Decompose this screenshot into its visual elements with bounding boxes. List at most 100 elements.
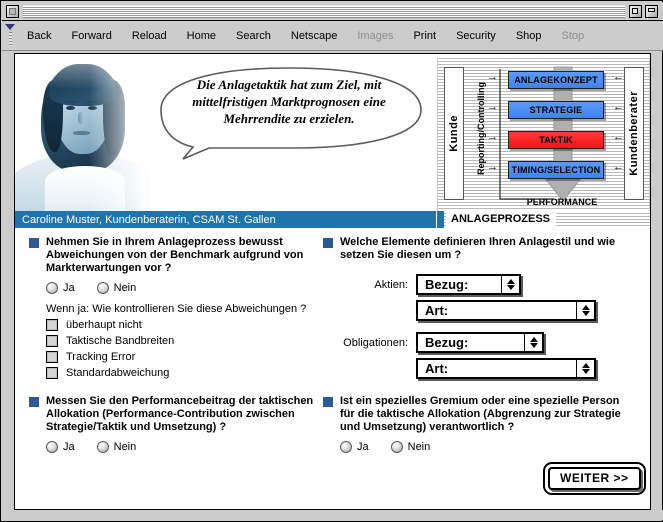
question-4-title: Ist ein spezielles Gremium oder eine spe…: [340, 395, 621, 433]
bullet-square-icon: [323, 397, 333, 407]
speech-bubble-text: Die Anlagetaktik hat zum Ziel, mit mitte…: [192, 77, 386, 126]
checkbox-icon[interactable]: [46, 367, 58, 379]
radio-button-icon[interactable]: [46, 441, 58, 453]
diagram-arrow-out-1: ←: [613, 71, 624, 83]
diagram-arrow-in-3: →: [487, 131, 498, 143]
triangle-down-icon: [5, 23, 15, 30]
toolbar-collapse-grip[interactable]: [3, 22, 17, 50]
toolbar-button-print[interactable]: Print: [403, 26, 446, 46]
select-obligationen-bezug-value: Bezug:: [425, 335, 469, 350]
radio-button-icon[interactable]: [46, 282, 58, 294]
checkbox-icon[interactable]: [46, 319, 58, 331]
toolbar-button-netscape[interactable]: Netscape: [281, 26, 347, 46]
chevron-updown-icon[interactable]: [576, 360, 594, 377]
q1-checkbox-label-3: Tracking Error: [66, 351, 136, 363]
page-banner: Die Anlagetaktik hat zum Ziel, mit mitte…: [15, 54, 650, 228]
radio-button-icon[interactable]: [96, 282, 109, 294]
diagram-label-kunde: Kunde: [444, 67, 464, 200]
q4-radio-nein[interactable]: Nein: [390, 441, 430, 453]
q3-radio-nein-label: Nein: [113, 441, 137, 453]
select-obligationen-art[interactable]: Art:: [416, 358, 596, 379]
q1-checkbox-ueberhaupt-nicht[interactable]: überhaupt nicht: [46, 319, 314, 331]
select-aktien-bezug[interactable]: Bezug:: [416, 274, 521, 295]
q1-checkbox-tracking-error[interactable]: Tracking Error: [46, 351, 314, 363]
checkbox-icon[interactable]: [46, 351, 58, 363]
grip-dots-icon: [8, 31, 12, 46]
page-content-area: Die Anlagetaktik hat zum Ziel, mit mitte…: [14, 53, 651, 510]
diagram-label-reporting-controlling: Reporting/Controlling: [476, 81, 486, 175]
diagram-label-performance: PERFORMANCE: [526, 197, 598, 207]
select-aktien-art[interactable]: Art:: [416, 300, 596, 321]
q1-checkbox-label-2: Taktische Bandbreiten: [66, 335, 175, 347]
diagram-box-taktik: TAKTIK: [508, 131, 604, 149]
advisor-caption-bar: Caroline Muster, Kundenberaterin, CSAM S…: [15, 211, 436, 228]
toolbar-button-images[interactable]: Images: [347, 26, 403, 46]
diagram-arrow-in-1: →: [487, 71, 498, 83]
question-2-title: Welche Elemente definieren Ihren Anlages…: [340, 236, 616, 261]
q3-radio-nein[interactable]: Nein: [96, 441, 137, 453]
questionnaire-form: Nehmen Sie in Ihrem Anlageprozess bewuss…: [15, 228, 650, 509]
q1-radio-ja-label: Ja: [63, 282, 75, 294]
radio-button-icon[interactable]: [96, 441, 109, 453]
chevron-updown-icon[interactable]: [524, 334, 542, 351]
next-button-default-ring: WEITER >>: [543, 462, 646, 495]
q1-radio-nein-label: Nein: [113, 282, 137, 294]
radio-button-icon[interactable]: [390, 441, 403, 453]
advisor-portrait-photo: [15, 54, 150, 211]
diagram-arrow-in-2: →: [487, 101, 498, 113]
window-titlebar: [2, 2, 663, 21]
collapse-box[interactable]: [645, 4, 658, 18]
select-obligationen-art-value: Art:: [425, 361, 449, 376]
chevron-updown-icon[interactable]: [501, 276, 519, 293]
diagram-box-anlagekonzept: ANLAGEKONZEPT: [508, 71, 604, 89]
advisor-caption-text: Caroline Muster, Kundenberaterin, CSAM S…: [22, 213, 276, 226]
question-3-title: Messen Sie den Performancebeitrag der ta…: [46, 395, 314, 433]
diagram-arrow-out-2: ←: [613, 101, 624, 113]
bullet-square-icon: [29, 238, 39, 248]
q1-radio-nein[interactable]: Nein: [96, 282, 137, 294]
blue-swatch-icon: [437, 211, 444, 228]
investment-process-diagram: Kunde Kundenberater Reporting/Controllin…: [437, 58, 650, 213]
diagram-arrow-out-3: ←: [613, 131, 624, 143]
q1-radio-ja[interactable]: Ja: [46, 282, 75, 294]
diagram-box-timing-selection: TIMING/SELECTION: [508, 161, 604, 179]
bullet-square-icon: [323, 238, 333, 248]
toolbar-button-forward[interactable]: Forward: [61, 26, 121, 46]
diagram-arrow-in-4: →: [487, 161, 498, 173]
speech-bubble: Die Anlagetaktik hat zum Ziel, mit mitte…: [143, 62, 433, 160]
toolbar-button-reload[interactable]: Reload: [122, 26, 177, 46]
q4-radio-ja-label: Ja: [357, 441, 369, 453]
radio-button-icon[interactable]: [340, 441, 352, 453]
q4-radio-ja[interactable]: Ja: [340, 441, 369, 453]
close-box[interactable]: [6, 4, 19, 18]
toolbar-button-shop[interactable]: Shop: [506, 26, 552, 46]
zoom-box[interactable]: [629, 4, 642, 18]
chevron-updown-icon[interactable]: [576, 302, 594, 319]
browser-window: Back Forward Reload Home Search Netscape…: [0, 0, 663, 522]
toolbar-button-stop[interactable]: Stop: [552, 26, 595, 46]
toolbar-button-home[interactable]: Home: [177, 26, 226, 46]
process-title-bar: ANLAGEPROZESS: [437, 211, 650, 228]
question-block-4: Ist ein spezielles Gremium oder eine spe…: [323, 395, 628, 453]
q1-checkbox-taktische-bandbreiten[interactable]: Taktische Bandbreiten: [46, 335, 314, 347]
toolbar-button-security[interactable]: Security: [446, 26, 506, 46]
select-aktien-art-value: Art:: [425, 303, 449, 318]
question-block-2: Welche Elemente definieren Ihren Anlages…: [323, 236, 633, 379]
diagram-arrow-out-4: ←: [613, 161, 624, 173]
q3-radio-ja-label: Ja: [63, 441, 75, 453]
next-button[interactable]: WEITER >>: [548, 467, 641, 490]
bullet-square-icon: [29, 397, 39, 407]
q2-row-1-label: Aktien:: [374, 278, 408, 291]
window-bottom-bevel: [2, 510, 663, 520]
question-block-1: Nehmen Sie in Ihrem Anlageprozess bewuss…: [29, 236, 314, 379]
titlebar-stripes[interactable]: [23, 4, 625, 18]
checkbox-icon[interactable]: [46, 335, 58, 347]
toolbar-button-search[interactable]: Search: [226, 26, 281, 46]
toolbar-button-back[interactable]: Back: [17, 26, 61, 46]
question-block-3: Messen Sie den Performancebeitrag der ta…: [29, 395, 319, 453]
select-obligationen-bezug[interactable]: Bezug:: [416, 332, 544, 353]
q3-radio-ja[interactable]: Ja: [46, 441, 75, 453]
question-1-title: Nehmen Sie in Ihrem Anlageprozess bewuss…: [46, 236, 304, 274]
process-title-label: ANLAGEPROZESS: [446, 212, 557, 227]
q1-checkbox-standardabweichung[interactable]: Standardabweichung: [46, 367, 314, 379]
